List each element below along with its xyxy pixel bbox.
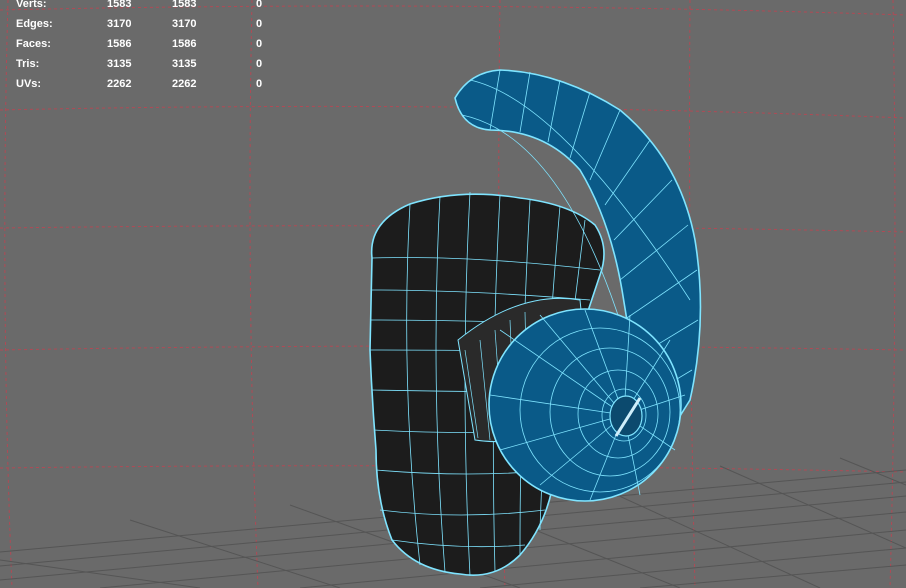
- hud-value-selected: 1583: [172, 0, 197, 10]
- hud-row-tris: Tris: 3135 3135 0: [16, 54, 276, 74]
- hud-label: Faces:: [16, 38, 51, 50]
- hud-value-selected: 3170: [172, 18, 197, 30]
- hud-value-extra: 0: [256, 18, 263, 30]
- hud-value-selected: 1586: [172, 38, 197, 50]
- hud-value-selected: 2262: [172, 78, 197, 90]
- hud-value-total: 2262: [107, 78, 132, 90]
- hud-value-extra: 0: [256, 0, 263, 10]
- hud-label: Verts:: [16, 0, 47, 10]
- hud-row-verts: Verts: 1583 1583 0: [16, 0, 276, 14]
- hud-label: Tris:: [16, 58, 40, 70]
- hud-value-extra: 0: [256, 38, 263, 50]
- hud-value-selected: 3135: [172, 58, 197, 70]
- hud-value-extra: 0: [256, 78, 263, 90]
- hud-value-total: 3170: [107, 18, 132, 30]
- 3d-viewport[interactable]: Verts: 1583 1583 0 Edges: 3170 3170 0 Fa…: [0, 0, 906, 588]
- hud-row-edges: Edges: 3170 3170 0: [16, 14, 276, 34]
- hud-value-extra: 0: [256, 58, 263, 70]
- hud-value-total: 1586: [107, 38, 132, 50]
- hud-label: UVs:: [16, 78, 42, 90]
- hud-row-uvs: UVs: 2262 2262 0: [16, 74, 276, 94]
- hud-value-total: 3135: [107, 58, 132, 70]
- hud-row-faces: Faces: 1586 1586 0: [16, 34, 276, 54]
- hud-label: Edges:: [16, 18, 53, 30]
- hud-value-total: 1583: [107, 0, 132, 10]
- heads-up-display: Verts: 1583 1583 0 Edges: 3170 3170 0 Fa…: [16, 0, 276, 94]
